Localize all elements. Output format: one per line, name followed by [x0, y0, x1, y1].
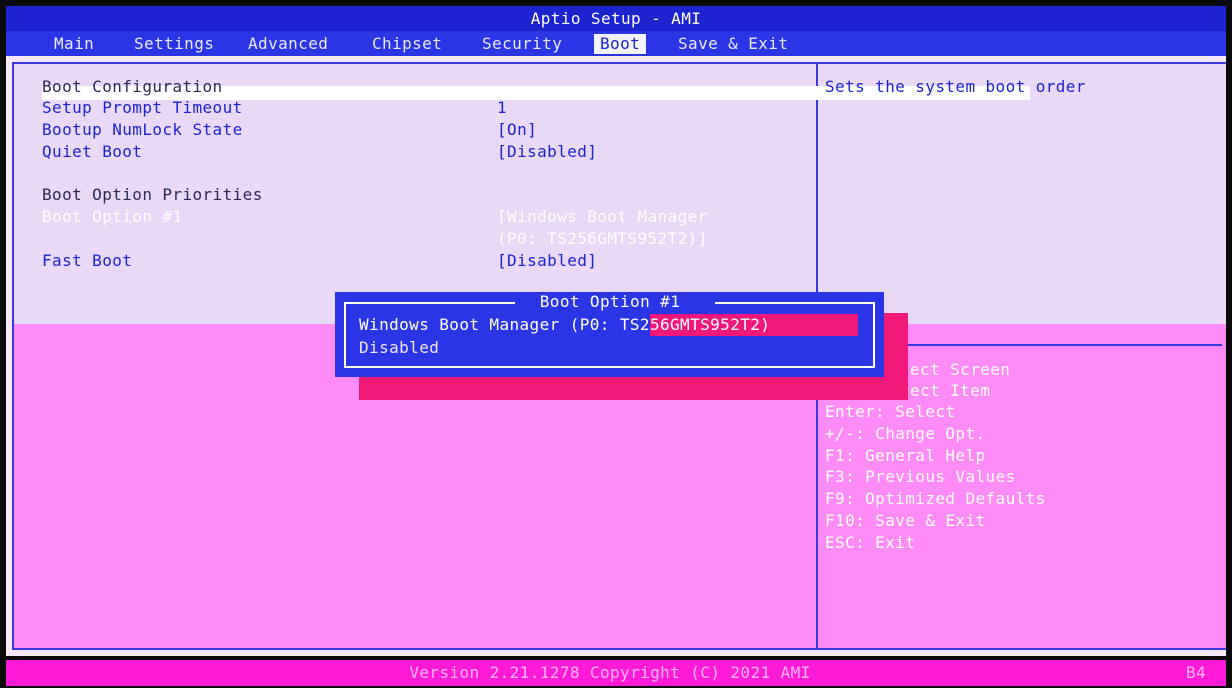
- boot-option-1-label[interactable]: Boot Option #1: [42, 207, 182, 227]
- help-key-f1: F1: General Help: [825, 446, 986, 465]
- popup-option-windows-boot-manager[interactable]: Windows Boot Manager (P0: TS256GMTS952T2…: [359, 315, 770, 335]
- popup-option-disabled[interactable]: Disabled: [359, 338, 439, 358]
- quiet-boot-label[interactable]: Quiet Boot: [42, 142, 142, 162]
- help-key-f10: F10: Save & Exit: [825, 511, 986, 530]
- tab-settings[interactable]: Settings: [134, 34, 214, 54]
- tab-boot[interactable]: Boot: [594, 34, 647, 54]
- fast-boot-label[interactable]: Fast Boot: [42, 251, 132, 271]
- tab-security[interactable]: Security: [482, 34, 562, 54]
- quiet-boot-value[interactable]: [Disabled]: [497, 142, 597, 162]
- bootup-numlock-label[interactable]: Bootup NumLock State: [42, 120, 243, 140]
- help-key-enter: Enter: Select: [825, 402, 956, 421]
- bootup-numlock-value[interactable]: [On]: [497, 120, 537, 140]
- setup-prompt-timeout-value[interactable]: 1: [497, 98, 507, 118]
- help-key-select-item: ect Item: [910, 381, 991, 400]
- help-key-f9: F9: Optimized Defaults: [825, 489, 1046, 508]
- section-title-boot-configuration: Boot Configuration: [42, 77, 223, 96]
- popup-title: Boot Option #1: [539, 292, 681, 311]
- title-bar: Aptio Setup - AMI Main Settings Advanced…: [6, 6, 1226, 56]
- boot-option-1-value-line2[interactable]: (P0: TS256GMTS952T2)]: [497, 229, 708, 249]
- tab-main[interactable]: Main: [54, 34, 94, 54]
- help-key-f3: F3: Previous Values: [825, 467, 1016, 486]
- footer-code: B4: [1186, 663, 1207, 682]
- frame-bottom-line: [12, 648, 1226, 650]
- boot-option-1-value-line1[interactable]: [Windows Boot Manager: [497, 207, 708, 227]
- tab-advanced[interactable]: Advanced: [248, 34, 328, 54]
- help-key-change-opt: +/-: Change Opt.: [825, 424, 986, 443]
- tab-save-exit[interactable]: Save & Exit: [678, 34, 788, 54]
- fast-boot-value[interactable]: [Disabled]: [497, 251, 597, 271]
- help-key-select-screen: ect Screen: [910, 360, 1011, 379]
- setup-prompt-timeout-label[interactable]: Setup Prompt Timeout: [42, 98, 243, 118]
- tab-chipset[interactable]: Chipset: [372, 34, 442, 54]
- window-title: Aptio Setup - AMI: [530, 9, 702, 28]
- footer-version: Version 2.21.1278 Copyright (C) 2021 AMI: [409, 663, 811, 682]
- help-panel: [818, 62, 1226, 326]
- help-key-esc: ESC: Exit: [825, 533, 916, 552]
- help-description: Sets the system boot order: [825, 77, 1086, 96]
- section-title-boot-priorities: Boot Option Priorities: [42, 185, 263, 204]
